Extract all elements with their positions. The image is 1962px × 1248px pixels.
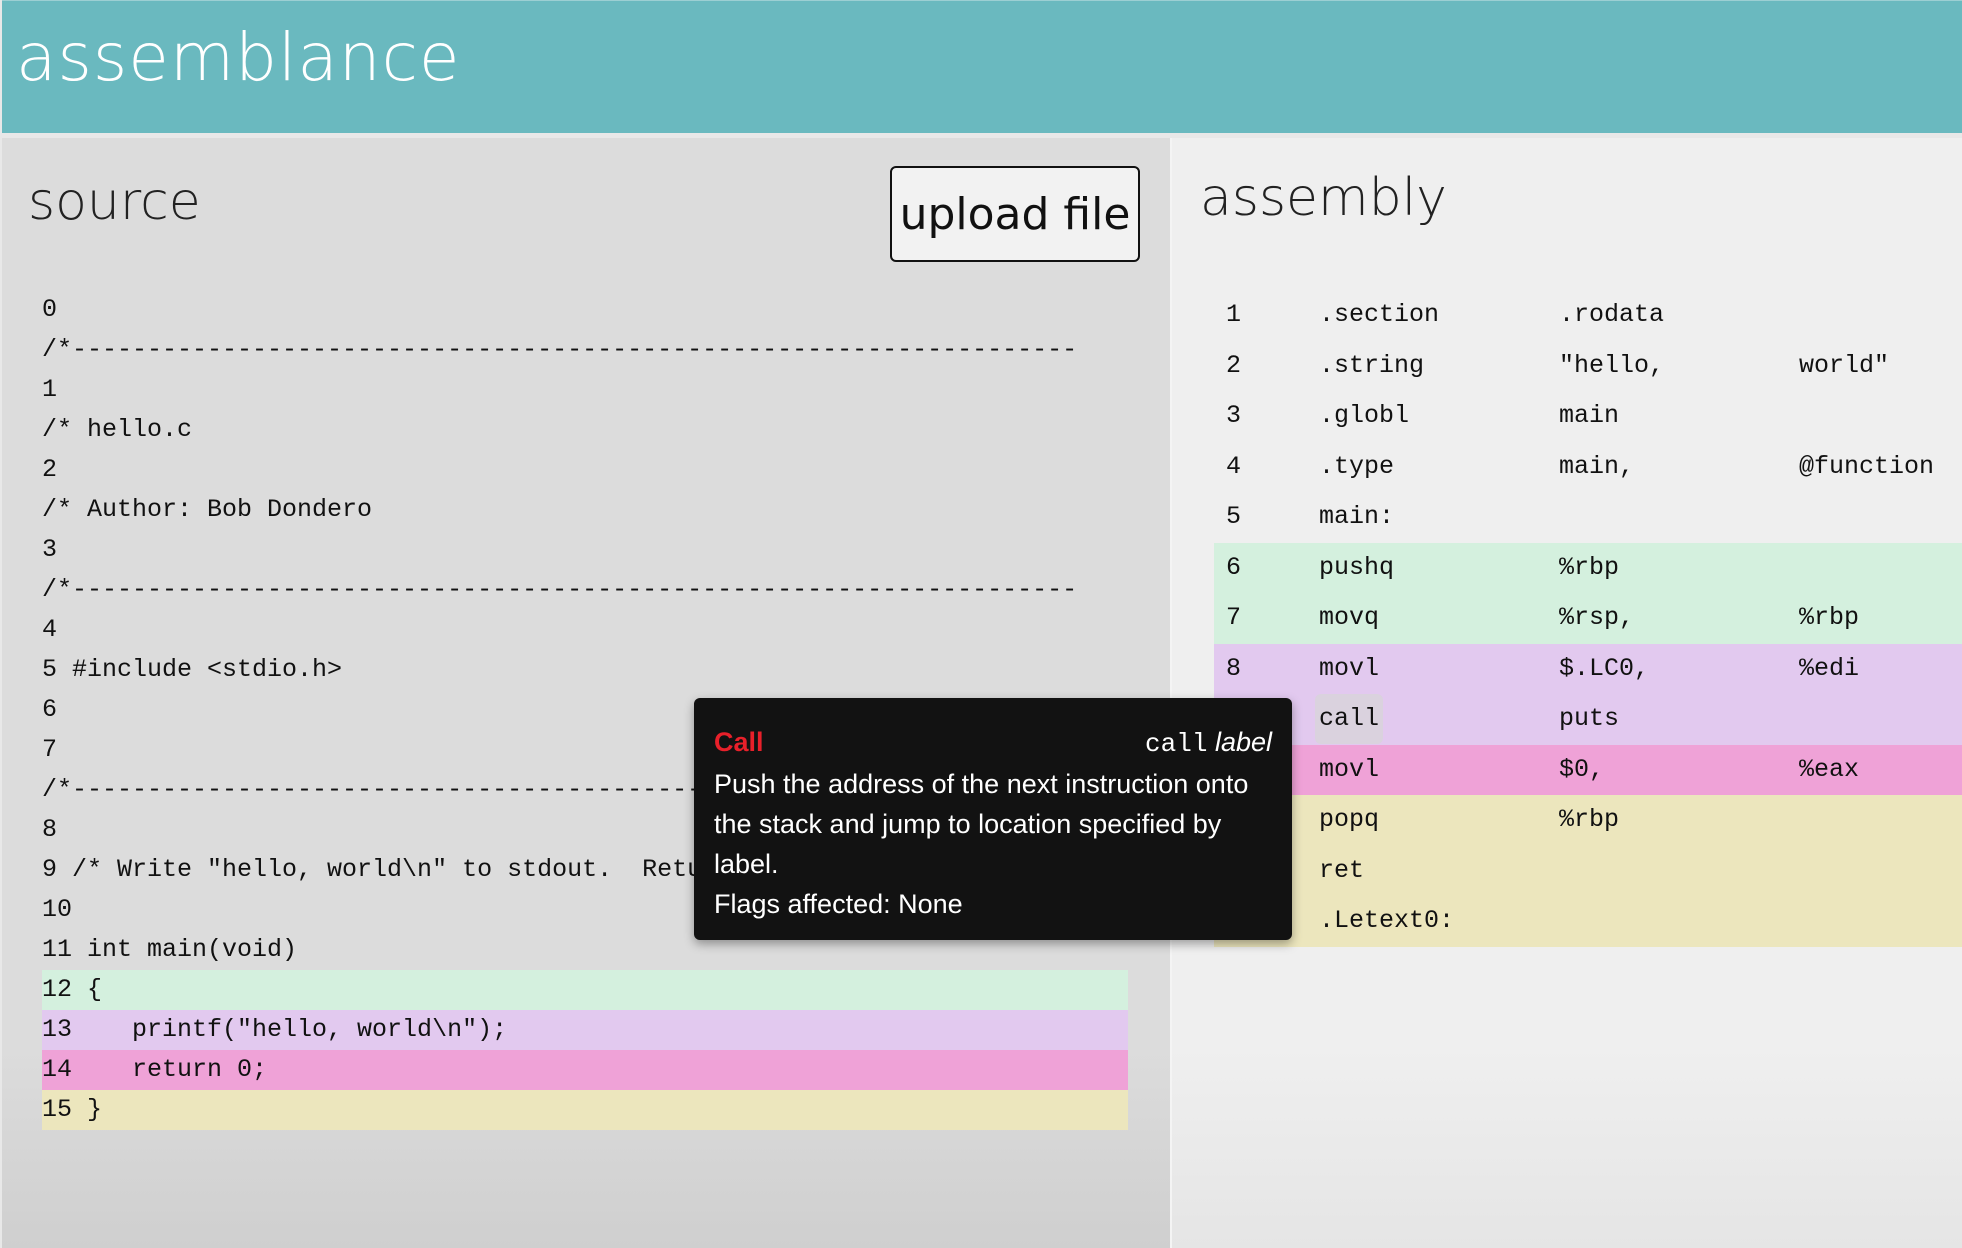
- assembly-opcode[interactable]: movl: [1319, 644, 1379, 694]
- assembly-line[interactable]: 3 .globl main: [1214, 391, 1962, 442]
- assembly-opcode[interactable]: .Letext0:: [1319, 896, 1454, 946]
- assembly-line-number: 1: [1226, 300, 1242, 329]
- assembly-line[interactable]: 11popq%rbp: [1214, 795, 1962, 846]
- tooltip-syntax-arg: label: [1214, 727, 1272, 757]
- source-line[interactable]: /* Author: Bob Dondero: [42, 490, 1128, 530]
- tooltip-flags: Flags affected: None: [714, 889, 963, 919]
- assembly-line[interactable]: 7 movq %rsp, %rbp: [1214, 593, 1962, 644]
- assembly-arg1: "hello,: [1559, 350, 1665, 380]
- assembly-arg1: %rbp: [1559, 805, 1620, 834]
- assembly-line[interactable]: 2 .string "hello, world": [1214, 341, 1962, 392]
- assembly-opcode[interactable]: pushq: [1319, 543, 1394, 593]
- assembly-opcode[interactable]: ret: [1319, 846, 1364, 896]
- assembly-line[interactable]: 9callputs: [1214, 694, 1962, 745]
- upload-file-button[interactable]: upload file: [890, 166, 1140, 262]
- assembly-code-view[interactable]: 1 .section .rodata 2 .string "hello, world" 3 .g…: [1214, 290, 1962, 947]
- assembly-arg2: world": [1799, 350, 1890, 380]
- assembly-line[interactable]: 8 movl $.LC0, %edi: [1214, 643, 1962, 694]
- assembly-arg1: puts: [1559, 704, 1620, 733]
- assembly-opcode[interactable]: popq: [1319, 795, 1379, 845]
- assembly-arg1: main,: [1559, 451, 1635, 481]
- assembly-line-number: 8: [1226, 653, 1242, 683]
- source-line[interactable]: 13 printf("hello, world\n");: [42, 1010, 1128, 1050]
- assembly-title: assembly: [1200, 168, 1447, 228]
- assembly-arg1: main: [1559, 401, 1620, 430]
- source-line[interactable]: 2: [42, 450, 1128, 490]
- assembly-opcode[interactable]: .type: [1319, 442, 1394, 492]
- source-line[interactable]: /* hello.c: [42, 410, 1128, 450]
- assembly-line-number: 2: [1226, 350, 1242, 380]
- source-line[interactable]: 1: [42, 370, 1128, 410]
- source-line[interactable]: 3: [42, 530, 1128, 570]
- source-line[interactable]: 14 return 0;: [42, 1050, 1128, 1090]
- assembly-line[interactable]: 10movl$0,%eax: [1214, 744, 1962, 795]
- source-line[interactable]: 4: [42, 610, 1128, 650]
- source-line[interactable]: 5 #include <stdio.h>: [42, 650, 1128, 690]
- assembly-arg2: %edi: [1799, 653, 1860, 683]
- assembly-line-number: 5: [1226, 502, 1242, 531]
- assembly-line[interactable]: 5 main:: [1214, 492, 1962, 543]
- tooltip-syntax: call label: [1145, 722, 1272, 764]
- assembly-arg1: $.LC0,: [1559, 653, 1650, 683]
- assembly-line-number: 7: [1226, 603, 1242, 632]
- assembly-opcode[interactable]: .string: [1319, 341, 1424, 391]
- assembly-line[interactable]: 13.Letext0:: [1214, 896, 1962, 947]
- assembly-arg1: $0,: [1559, 754, 1605, 784]
- assembly-opcode[interactable]: .globl: [1319, 391, 1409, 441]
- assembly-opcode[interactable]: call: [1315, 694, 1384, 744]
- assembly-arg1: %rsp,: [1559, 603, 1635, 632]
- tooltip-description: Push the address of the next instruction…: [714, 769, 1249, 879]
- assembly-line[interactable]: 4 .type main, @function: [1214, 442, 1962, 493]
- assembly-line[interactable]: 6 pushq %rbp: [1214, 542, 1962, 593]
- assembly-line[interactable]: 12ret: [1214, 845, 1962, 896]
- assembly-arg2: %rbp: [1799, 603, 1860, 632]
- source-line[interactable]: 15 }: [42, 1090, 1128, 1130]
- assembly-opcode[interactable]: movq: [1319, 593, 1379, 643]
- assembly-arg1: .rodata: [1559, 300, 1665, 329]
- assembly-opcode[interactable]: movl: [1319, 745, 1379, 795]
- app-header: assemblance: [2, 0, 1962, 133]
- assembly-arg1: %rbp: [1559, 552, 1620, 582]
- tooltip-syntax-instr: call: [1145, 729, 1208, 759]
- source-line[interactable]: 0: [42, 290, 1128, 330]
- source-line[interactable]: 12 {: [42, 970, 1128, 1010]
- instruction-tooltip: Call call label Push the address of the …: [694, 698, 1292, 940]
- assembly-arg2: @function: [1799, 451, 1935, 481]
- source-title: source: [28, 172, 201, 232]
- app-logo[interactable]: assemblance: [16, 19, 461, 96]
- tooltip-title: Call: [714, 727, 764, 757]
- source-line[interactable]: /*--------------------------------------…: [42, 330, 1128, 370]
- source-line[interactable]: /*--------------------------------------…: [42, 570, 1128, 610]
- assembly-line-number: 4: [1226, 451, 1242, 481]
- assembly-line-number: 6: [1226, 552, 1242, 582]
- assembly-opcode[interactable]: main:: [1319, 492, 1394, 542]
- assembly-line[interactable]: 1 .section .rodata: [1214, 290, 1962, 341]
- assembly-line-number: 3: [1226, 401, 1242, 430]
- assembly-opcode[interactable]: .section: [1319, 290, 1439, 340]
- assembly-arg2: %eax: [1799, 754, 1860, 784]
